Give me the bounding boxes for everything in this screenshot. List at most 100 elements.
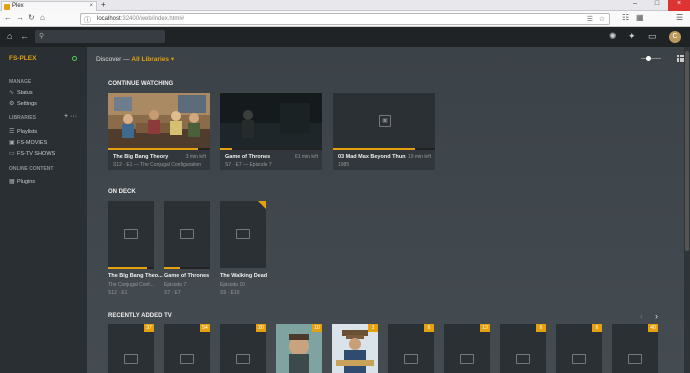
poster-size-slider[interactable] xyxy=(641,58,661,59)
progress-bar xyxy=(164,267,180,269)
sidebar-item-label: FS-TV SHOWS xyxy=(17,151,56,157)
continue-watching-card[interactable]: ▣ 03 Mad Max Beyond Thun... 1985 19 min … xyxy=(333,93,435,170)
card-title: The Walking Dead xyxy=(220,273,268,279)
url-bar[interactable]: ⓘ localhost:32400/web/index.html# ☰ ☆ xyxy=(80,13,610,25)
info-icon[interactable]: ⓘ xyxy=(84,15,91,25)
online-content-heading: ONLINE CONTENT xyxy=(9,166,54,172)
grid-view-icon[interactable] xyxy=(677,55,684,62)
card-episode: S7 · E7 xyxy=(164,290,181,296)
card-subtitle: 1985 xyxy=(338,162,350,168)
scroll-left-icon[interactable]: ‹ xyxy=(640,311,643,321)
cast-icon[interactable]: ▭ xyxy=(648,32,657,41)
continue-watching-card[interactable]: Game of Thrones S7 · E7 — Episode 7 61 m… xyxy=(220,93,322,170)
bookmark-star-icon[interactable]: ☆ xyxy=(599,15,605,23)
library-icon[interactable]: ☷ xyxy=(622,14,629,22)
browser-tab[interactable]: Plex × xyxy=(1,1,97,11)
forward-arrow-icon[interactable]: → xyxy=(16,14,24,22)
recently-added-card[interactable]: 37 xyxy=(108,324,154,373)
recently-added-card[interactable]: 10 xyxy=(276,324,322,373)
library-more-button[interactable]: ··· xyxy=(70,113,77,120)
on-deck-heading: ON DECK xyxy=(108,189,136,195)
sidebar-item-playlists[interactable]: ☰ Playlists xyxy=(9,129,38,136)
recently-added-card[interactable]: 6 xyxy=(500,324,546,373)
server-status-icon xyxy=(72,56,77,61)
discover-bar: Discover — All Libraries ▾ xyxy=(96,55,174,63)
scrollbar-thumb[interactable] xyxy=(685,51,689,251)
maximize-button[interactable]: □ xyxy=(646,0,668,11)
on-deck-card[interactable]: The Walking Dead Episode 10 S9 · E10 xyxy=(220,201,268,297)
card-title: The Big Bang Theo... xyxy=(108,273,163,279)
plex-favicon-icon xyxy=(4,4,10,10)
recently-added-card[interactable]: 54 xyxy=(164,324,210,373)
continue-watching-heading: CONTINUE WATCHING xyxy=(108,81,174,87)
add-library-button[interactable]: + xyxy=(64,113,68,120)
recently-added-card[interactable]: 20 xyxy=(220,324,266,373)
browser-tab-bar: Plex × + – □ × xyxy=(0,0,690,11)
recently-added-card[interactable]: 3 xyxy=(332,324,378,373)
time-left: 3 min left xyxy=(185,154,206,160)
progress-bar xyxy=(108,267,147,269)
time-left: 61 min left xyxy=(294,154,318,160)
menu-icon[interactable]: ☰ xyxy=(676,14,683,22)
server-name[interactable]: FS-PLEX xyxy=(9,55,36,62)
unwatched-count-badge: 37 xyxy=(144,324,154,332)
avatar[interactable]: C xyxy=(669,31,681,43)
activity-icon[interactable]: ✺ xyxy=(609,32,617,41)
sidebar-item-label: Playlists xyxy=(17,129,38,135)
scroll-right-icon[interactable]: › xyxy=(655,311,658,321)
sidebar-item-fs-movies[interactable]: ▣ FS-MOVIES xyxy=(9,140,48,147)
sidebar-toggle-icon[interactable]: ▦ xyxy=(636,14,644,22)
back-arrow-icon[interactable]: ← xyxy=(4,14,12,22)
card-subtitle: S7 · E7 — Episode 7 xyxy=(225,162,272,168)
recently-added-card[interactable]: 6 xyxy=(556,324,602,373)
url-host: localhost xyxy=(97,16,121,22)
sidebar-item-settings[interactable]: ⚙ Settings xyxy=(9,100,37,108)
browser-nav-bar: ← → ↻ ⌂ ⓘ localhost:32400/web/index.html… xyxy=(0,11,690,27)
recently-added-card[interactable]: 13 xyxy=(444,324,490,373)
tab-close-icon[interactable]: × xyxy=(89,3,93,9)
tv-icon xyxy=(516,354,530,364)
close-window-button[interactable]: × xyxy=(668,0,690,11)
reader-view-icon[interactable]: ☰ xyxy=(587,15,593,23)
plex-home-icon[interactable]: ⌂ xyxy=(7,32,12,41)
search-input[interactable]: ⚲ xyxy=(35,30,165,43)
home-icon[interactable]: ⌂ xyxy=(40,14,45,22)
recently-added-heading: RECENTLY ADDED TV xyxy=(108,313,172,319)
chevron-down-icon[interactable]: ▾ xyxy=(171,56,174,63)
plex-back-icon[interactable]: ← xyxy=(20,32,29,41)
tools-icon[interactable]: ✦ xyxy=(628,32,636,41)
manage-heading: MANAGE xyxy=(9,79,32,85)
plugin-icon: ▦ xyxy=(9,178,15,185)
sidebar-item-fs-tv-shows[interactable]: ▭ FS-TV SHOWS xyxy=(9,151,56,158)
sidebar-item-label: FS-MOVIES xyxy=(17,140,48,146)
continue-watching-card[interactable]: The Big Bang Theory S12 · E1 — The Conju… xyxy=(108,93,210,170)
poster-placeholder xyxy=(220,201,266,268)
on-deck-card[interactable]: Game of Thrones Episode 7 S7 · E7 xyxy=(164,201,210,297)
scrollbar[interactable] xyxy=(684,47,690,373)
unwatched-count-badge: 40 xyxy=(648,324,658,332)
sidebar-item-plugins[interactable]: ▦ Plugins xyxy=(9,178,36,186)
slider-handle[interactable] xyxy=(646,56,651,61)
got-thumbnail xyxy=(220,93,322,150)
recently-added-card[interactable]: 6 xyxy=(388,324,434,373)
library-selector[interactable]: All Libraries xyxy=(131,56,169,63)
discover-label[interactable]: Discover xyxy=(96,56,121,63)
recently-added-card[interactable]: 40 xyxy=(612,324,658,373)
window-controls: – □ × xyxy=(624,0,690,11)
madmax-thumbnail: ▣ xyxy=(333,93,435,150)
minimize-button[interactable]: – xyxy=(624,0,646,11)
unwatched-count-badge: 6 xyxy=(536,324,546,332)
url-path: :32400/web/index.html# xyxy=(120,16,185,22)
sidebar-item-status[interactable]: ∿ Status xyxy=(9,89,33,97)
pulse-icon: ∿ xyxy=(9,89,15,96)
tv-icon xyxy=(404,354,418,364)
new-tab-button[interactable]: + xyxy=(101,0,106,9)
film-icon: ▣ xyxy=(379,115,391,127)
time-left: 19 min left xyxy=(407,154,431,160)
sidebar-item-label: Plugins xyxy=(17,179,36,185)
on-deck-card[interactable]: The Big Bang Theo... The Conjugal Conf..… xyxy=(108,201,163,297)
reload-icon[interactable]: ↻ xyxy=(28,14,35,22)
card-title: Game of Thrones xyxy=(164,273,210,279)
gear-icon: ⚙ xyxy=(9,100,15,107)
tv-icon xyxy=(236,229,250,239)
